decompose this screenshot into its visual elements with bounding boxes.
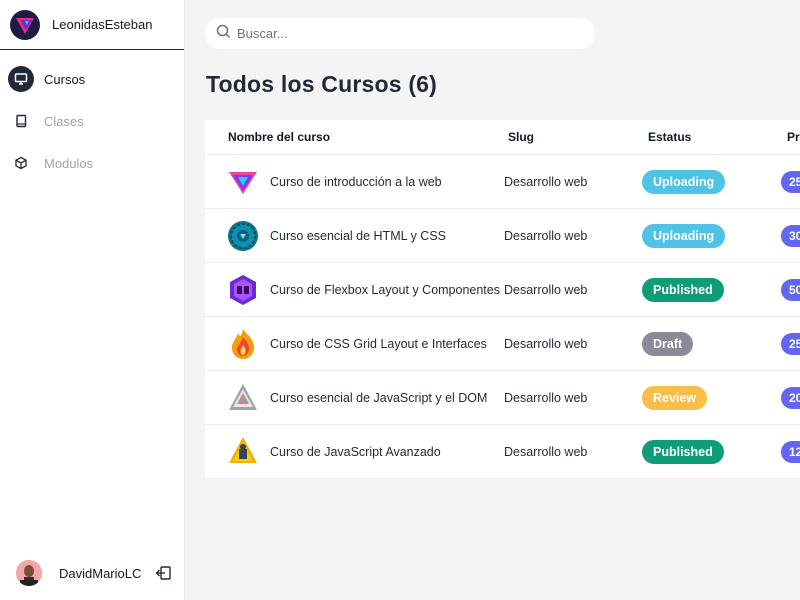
table-row[interactable]: Curso de Flexbox Layout y Componentes De… xyxy=(205,263,800,317)
course-name-cell: Curso esencial de HTML y CSS xyxy=(205,220,504,252)
sidebar-item-label: Clases xyxy=(44,113,84,129)
course-slug: Desarrollo web xyxy=(504,336,588,351)
user-profile: DavidMarioLC xyxy=(16,560,176,586)
table-row[interactable]: Curso esencial de JavaScript y el DOM De… xyxy=(205,371,800,425)
cube-icon xyxy=(8,150,34,176)
table-row[interactable]: Curso de introducción a la web Desarroll… xyxy=(205,155,800,209)
price-badge: 25 xyxy=(781,332,800,355)
main-content: Todos los Cursos (6) Nombre del curso Sl… xyxy=(185,0,800,600)
status-badge: Uploading xyxy=(642,169,726,194)
course-name-cell: Curso esencial de JavaScript y el DOM xyxy=(205,382,504,414)
search-icon xyxy=(216,24,231,44)
course-slug: Desarrollo web xyxy=(504,228,588,243)
course-name[interactable]: Curso esencial de JavaScript y el DOM xyxy=(270,391,487,405)
price-cell: 30 xyxy=(781,224,800,247)
column-header-price[interactable]: Pr xyxy=(781,130,800,144)
price-badge: 30 xyxy=(781,224,800,247)
css-grid-flame-icon xyxy=(227,328,259,360)
course-name[interactable]: Curso esencial de HTML y CSS xyxy=(270,229,446,243)
sidebar-item-label: Cursos xyxy=(44,71,86,87)
web-intro-triangle-icon xyxy=(227,166,259,198)
brand[interactable]: LeonidasEsteban xyxy=(0,0,184,50)
price-badge: 25 xyxy=(781,170,800,193)
status-cell: Draft xyxy=(642,331,781,356)
status-badge: Uploading xyxy=(642,223,726,248)
course-slug: Desarrollo web xyxy=(504,444,588,459)
course-name-cell: Curso de Flexbox Layout y Componentes xyxy=(205,274,504,306)
courses-table: Nombre del curso Slug Estatus Pr Curso d… xyxy=(205,120,800,479)
course-name[interactable]: Curso de JavaScript Avanzado xyxy=(270,445,441,459)
price-badge: 20 xyxy=(781,386,800,409)
status-cell: Review xyxy=(642,385,781,410)
table-header: Nombre del curso Slug Estatus Pr xyxy=(205,120,800,155)
price-cell: 12 xyxy=(781,440,800,463)
brand-logo-icon xyxy=(10,9,40,40)
status-badge: Review xyxy=(642,385,708,410)
column-header-name[interactable]: Nombre del curso xyxy=(205,130,504,144)
status-cell: Published xyxy=(642,439,781,464)
status-cell: Published xyxy=(642,277,781,302)
status-cell: Uploading xyxy=(642,223,781,248)
avatar[interactable] xyxy=(16,560,42,586)
search-input[interactable] xyxy=(237,26,567,41)
sidebar: LeonidasEsteban Cursos Clases Modulos Da… xyxy=(0,0,185,600)
course-name-cell: Curso de JavaScript Avanzado xyxy=(205,436,504,468)
javascript-advanced-badge-icon xyxy=(227,436,259,468)
course-slug: Desarrollo web xyxy=(504,174,588,189)
brand-name: LeonidasEsteban xyxy=(52,17,153,32)
course-name[interactable]: Curso de Flexbox Layout y Componentes xyxy=(270,283,500,297)
price-cell: 20 xyxy=(781,386,800,409)
javascript-dom-triangle-icon xyxy=(227,382,259,414)
monitor-icon xyxy=(8,66,34,92)
status-cell: Uploading xyxy=(642,169,781,194)
course-name[interactable]: Curso de introducción a la web xyxy=(270,175,442,189)
table-row[interactable]: Curso de JavaScript Avanzado Desarrollo … xyxy=(205,425,800,479)
sidebar-item-clases[interactable]: Clases xyxy=(0,100,184,142)
price-cell: 50 xyxy=(781,278,800,301)
user-name: DavidMarioLC xyxy=(59,565,142,581)
column-header-status[interactable]: Estatus xyxy=(642,130,781,144)
price-badge: 12 xyxy=(781,440,800,463)
page-title: Todos los Cursos (6) xyxy=(206,71,438,97)
course-slug: Desarrollo web xyxy=(504,282,588,297)
sidebar-item-modulos[interactable]: Modulos xyxy=(0,142,184,184)
sidebar-item-cursos[interactable]: Cursos xyxy=(0,58,184,100)
status-badge: Published xyxy=(642,439,724,464)
sidebar-nav: Cursos Clases Modulos xyxy=(0,50,184,184)
status-badge: Published xyxy=(642,277,724,302)
price-badge: 50 xyxy=(781,278,800,301)
course-name[interactable]: Curso de CSS Grid Layout e Interfaces xyxy=(270,337,487,351)
course-name-cell: Curso de CSS Grid Layout e Interfaces xyxy=(205,328,504,360)
price-cell: 25 xyxy=(781,170,800,193)
html-css-gear-badge-icon xyxy=(227,220,259,252)
logout-icon[interactable] xyxy=(155,565,173,581)
search-bar xyxy=(205,18,595,49)
status-badge: Draft xyxy=(642,331,694,356)
price-cell: 25 xyxy=(781,332,800,355)
table-row[interactable]: Curso de CSS Grid Layout e Interfaces De… xyxy=(205,317,800,371)
table-row[interactable]: Curso esencial de HTML y CSS Desarrollo … xyxy=(205,209,800,263)
course-name-cell: Curso de introducción a la web xyxy=(205,166,504,198)
column-header-slug[interactable]: Slug xyxy=(504,130,642,144)
flexbox-badge-icon xyxy=(227,274,259,306)
course-slug: Desarrollo web xyxy=(504,390,588,405)
book-icon xyxy=(8,108,34,134)
sidebar-item-label: Modulos xyxy=(44,155,94,171)
